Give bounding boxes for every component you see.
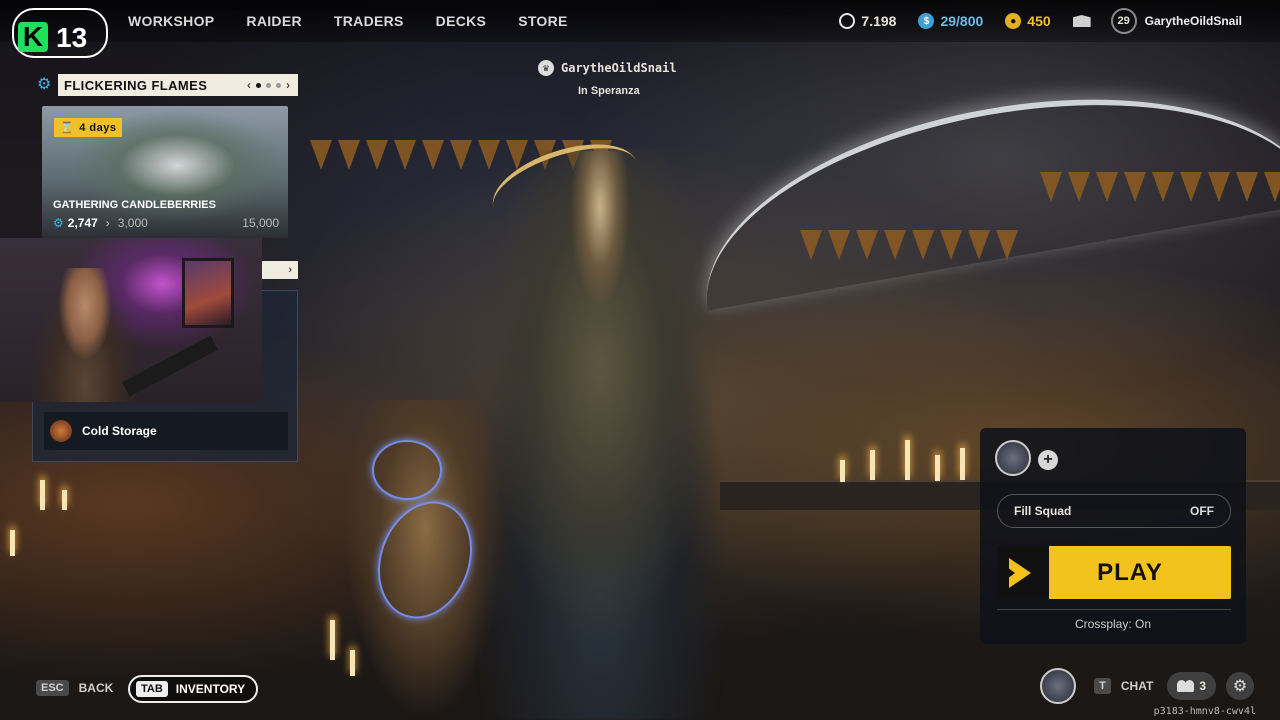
event-pager: ‹ › [247, 78, 290, 92]
divider [997, 609, 1231, 610]
play-label: PLAY [1097, 558, 1163, 586]
webcam-poster [182, 258, 234, 328]
list-item-label: Cold Storage [82, 424, 157, 438]
nav-store[interactable]: STORE [518, 13, 567, 29]
chat-key-hint: T [1094, 678, 1111, 694]
candle [62, 490, 67, 510]
main-nav: WORKSHOP RAIDER TRADERS DECKS STORE [128, 13, 568, 29]
player-location: In Speranza [578, 85, 640, 97]
event-card-title: GATHERING CANDLEBERRIES [53, 199, 216, 211]
candle [40, 480, 45, 510]
nav-traders[interactable]: TRADERS [334, 13, 404, 29]
gold-icon: ● [1005, 13, 1022, 29]
progress-next: 3,000 [117, 216, 148, 230]
candle [330, 620, 335, 660]
candle [10, 530, 15, 556]
back-button[interactable]: ESC BACK [36, 680, 113, 696]
crossplay-status: Crossplay: On [1074, 617, 1152, 631]
friends-button[interactable]: 3 [1167, 672, 1216, 700]
next-arrow-icon[interactable]: › [286, 78, 290, 92]
play-icon [997, 546, 1049, 599]
inventory-button[interactable]: TAB INVENTORY [128, 675, 258, 703]
player-character [450, 150, 750, 720]
gold-display: ● 450 [1005, 13, 1051, 29]
candle [350, 650, 355, 676]
coins-value: 7.198 [861, 13, 897, 29]
candle [840, 460, 845, 482]
neon-light [372, 440, 442, 500]
progress-current: 2,747 [67, 216, 98, 230]
webcam-overlay [0, 238, 262, 402]
pager-dot[interactable] [276, 82, 281, 88]
gear-icon: ⚙ [37, 76, 52, 93]
prev-arrow-icon[interactable]: ‹ [247, 78, 251, 92]
bunting-flags [1040, 172, 1280, 202]
nav-decks[interactable]: DECKS [436, 13, 487, 29]
chat-button[interactable]: CHAT [1121, 679, 1153, 693]
hourglass-icon: ⌛ [60, 122, 75, 134]
chevron-right-icon: › [105, 216, 110, 230]
logo-number: 13 [56, 22, 88, 53]
friends-icon [1177, 680, 1195, 692]
candle [960, 448, 965, 480]
crown-icon: ♛ [538, 60, 554, 76]
player-avatar[interactable] [1040, 668, 1077, 704]
currency-bar: 7.198 $ 29/800 ● 450 29 GarytheOildSnail [839, 0, 1280, 42]
list-item[interactable]: Cold Storage [44, 412, 288, 450]
gold-value: 450 [1027, 13, 1051, 29]
inventory-label: INVENTORY [175, 682, 246, 696]
play-button[interactable]: PLAY [997, 546, 1231, 599]
fill-squad-value: OFF [1190, 504, 1214, 518]
fill-squad-label: Fill Squad [1014, 504, 1072, 518]
pager-dot[interactable] [256, 82, 261, 88]
credits-icon: $ [918, 13, 935, 29]
bunting-flags [800, 230, 1024, 260]
mail-icon[interactable] [1072, 15, 1091, 27]
tab-key-hint: TAB [136, 681, 168, 697]
settings-icon[interactable]: ⚙ [1226, 672, 1254, 700]
credits-display: $ 29/800 [918, 13, 983, 29]
candle [905, 440, 910, 480]
esc-key-hint: ESC [36, 680, 69, 696]
timer-label: 4 days [79, 121, 117, 134]
session-id: p3183-hmnv8-cwv4l [1153, 706, 1256, 717]
nav-workshop[interactable]: WORKSHOP [128, 13, 214, 29]
friends-count: 3 [1199, 679, 1206, 693]
brand-logo: K [18, 21, 48, 52]
sub-panel-header[interactable]: › [262, 261, 298, 279]
pager-dot[interactable] [266, 82, 271, 88]
event-card[interactable]: ⌛ 4 days GATHERING CANDLEBERRIES ⚙ 2,747… [42, 106, 288, 238]
event-timer: ⌛ 4 days [54, 118, 123, 137]
username[interactable]: GarytheOildSnail [1145, 14, 1242, 28]
player-level-badge[interactable]: 29 [1110, 8, 1137, 34]
credits-value: 29/800 [940, 13, 984, 29]
back-label: BACK [78, 681, 114, 695]
candle [935, 455, 940, 481]
coin-icon [839, 13, 856, 29]
event-progress: ⚙ 2,747 › 3,000 15,000 [53, 216, 279, 230]
fill-squad-toggle[interactable]: Fill Squad OFF [997, 494, 1231, 528]
squad-avatar[interactable] [995, 440, 1031, 476]
player-nameplate: ♛ GarytheOildSnail In Speranza [538, 60, 677, 97]
candle [870, 450, 875, 480]
bottom-right-controls: T CHAT 3 ⚙ [1040, 668, 1254, 704]
plus-icon[interactable]: + [1038, 450, 1058, 470]
nav-raider[interactable]: RAIDER [246, 13, 301, 29]
progress-max: 15,000 [242, 216, 279, 230]
next-arrow-icon[interactable]: › [288, 264, 292, 276]
gear-icon: ⚙ [53, 216, 64, 230]
location-icon [50, 420, 72, 442]
coins-display: 7.198 [839, 13, 896, 29]
squad-panel: + Fill Squad OFF PLAY Crossplay: On [980, 428, 1246, 644]
event-title: FLICKERING FLAMES [64, 77, 208, 93]
event-header: FLICKERING FLAMES ‹ › [58, 74, 298, 96]
player-name: GarytheOildSnail [561, 61, 677, 75]
